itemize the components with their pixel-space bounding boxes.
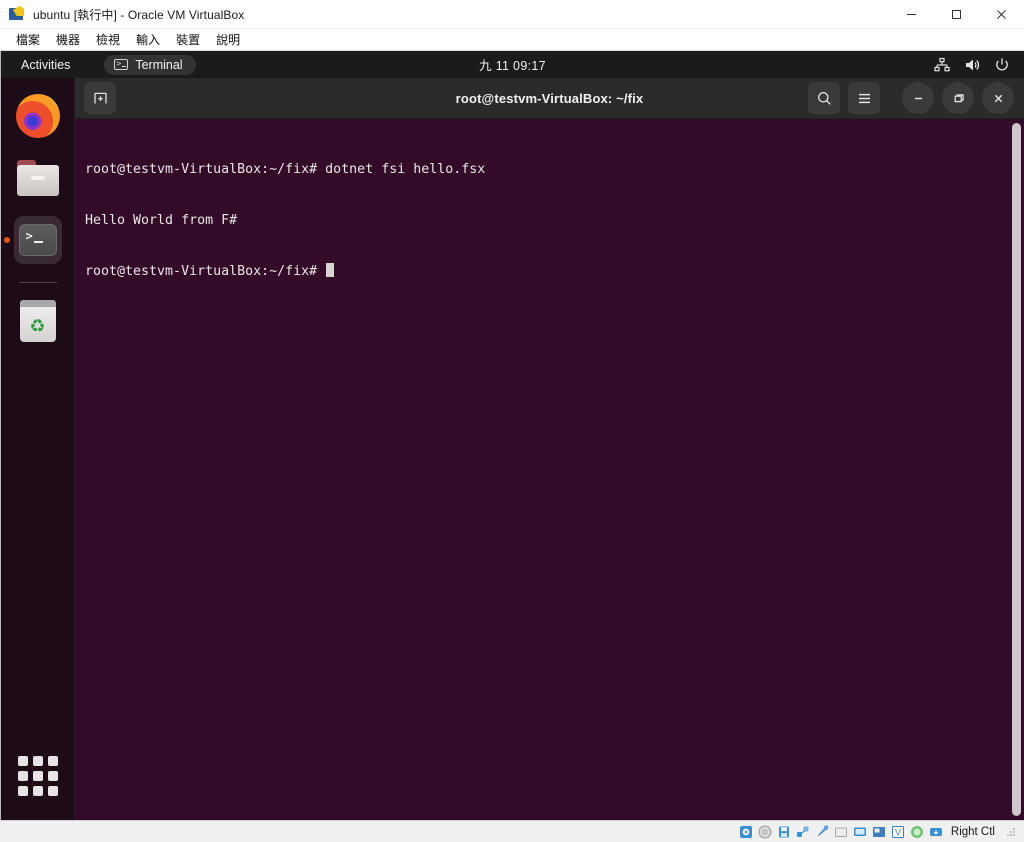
activities-button[interactable]: Activities <box>15 56 76 74</box>
shared-folder-icon[interactable] <box>834 825 848 839</box>
search-icon[interactable] <box>808 82 840 114</box>
files-folder-icon <box>16 160 59 196</box>
dock-separator <box>18 282 57 283</box>
virtualbox-icon <box>9 6 25 22</box>
resize-grip[interactable] <box>1006 826 1016 837</box>
app-indicator-terminal[interactable]: Terminal <box>104 54 196 75</box>
terminal-header-actions <box>808 82 1014 114</box>
volume-icon <box>964 57 980 73</box>
terminal-window: root@testvm-VirtualBox: ~/fix root@testv… <box>75 78 1024 820</box>
menu-input[interactable]: 輸入 <box>128 30 168 50</box>
trash-icon: ♻ <box>19 300 56 342</box>
terminal-prompt: root@testvm-VirtualBox:~/fix# <box>85 264 326 279</box>
terminal-icon <box>114 57 129 71</box>
terminal-minimize-button[interactable] <box>902 82 934 114</box>
network-icon[interactable] <box>796 825 810 839</box>
host-maximize-button[interactable] <box>934 0 979 29</box>
display-icon[interactable] <box>853 825 867 839</box>
system-tray[interactable] <box>934 57 1010 73</box>
terminal-maximize-button[interactable] <box>942 82 974 114</box>
firefox-icon <box>15 94 60 138</box>
network-wired-icon <box>934 57 950 73</box>
menu-machine[interactable]: 機器 <box>48 30 88 50</box>
host-minimize-button[interactable] <box>889 0 934 29</box>
usb-icon[interactable] <box>815 824 829 839</box>
menu-devices[interactable]: 裝置 <box>168 30 208 50</box>
host-window-controls <box>889 0 1024 29</box>
terminal-line: Hello World from F# <box>85 213 238 228</box>
hamburger-menu-icon[interactable] <box>848 82 880 114</box>
host-close-button[interactable] <box>979 0 1024 29</box>
terminal-screen[interactable]: root@testvm-VirtualBox:~/fix# dotnet fsi… <box>75 119 1024 820</box>
host-statusbar: V Right Ctl <box>0 820 1024 842</box>
terminal-scrollbar[interactable] <box>1012 123 1021 816</box>
floppy-icon[interactable] <box>777 825 791 839</box>
host-window-title: ubuntu [執行中] - Oracle VM VirtualBox <box>33 7 245 22</box>
hard-disk-icon[interactable] <box>739 825 753 839</box>
vm-viewport: Activities Terminal 九 11 09:17 <box>0 51 1024 820</box>
show-applications-icon[interactable] <box>17 756 58 796</box>
app-indicator-label: Terminal <box>135 57 183 72</box>
ubuntu-dock: > ♻ <box>1 78 75 820</box>
recording-icon[interactable] <box>872 825 886 839</box>
gnome-top-bar: Activities Terminal 九 11 09:17 <box>1 51 1024 78</box>
menu-help[interactable]: 說明 <box>208 30 248 50</box>
clock-label[interactable]: 九 11 09:17 <box>479 59 546 73</box>
menu-view[interactable]: 檢視 <box>88 30 128 50</box>
dock-item-firefox[interactable] <box>14 92 62 140</box>
terminal-prompt-line: root@testvm-VirtualBox:~/fix# <box>85 263 1024 280</box>
dock-item-terminal[interactable]: > <box>13 216 62 264</box>
terminal-headerbar: root@testvm-VirtualBox: ~/fix <box>75 78 1024 119</box>
terminal-app-icon: > <box>18 224 57 256</box>
dock-item-trash[interactable]: ♻ <box>14 297 62 345</box>
terminal-output: root@testvm-VirtualBox:~/fix# dotnet fsi… <box>75 127 1024 314</box>
optical-disk-icon[interactable] <box>758 825 772 839</box>
virtualization-icon[interactable]: V <box>891 825 905 839</box>
menu-file[interactable]: 檔案 <box>8 30 48 50</box>
power-icon <box>994 57 1010 73</box>
terminal-scrollbar-thumb[interactable] <box>1012 123 1021 816</box>
virtualbox-window: ubuntu [執行中] - Oracle VM VirtualBox 檔案 機… <box>0 0 1024 842</box>
host-menubar: 檔案 機器 檢視 輸入 裝置 說明 <box>0 29 1024 51</box>
keyboard-icon[interactable] <box>929 825 943 839</box>
terminal-close-button[interactable] <box>982 82 1014 114</box>
new-tab-icon[interactable] <box>84 82 116 114</box>
host-key-label: Right Ctl <box>950 825 995 838</box>
mouse-icon[interactable] <box>910 825 924 839</box>
dock-item-files[interactable] <box>14 154 62 202</box>
host-titlebar: ubuntu [執行中] - Oracle VM VirtualBox <box>0 0 1024 29</box>
terminal-line: root@testvm-VirtualBox:~/fix# dotnet fsi… <box>85 162 486 177</box>
terminal-cursor <box>326 263 335 277</box>
svg-text:V: V <box>895 827 901 837</box>
